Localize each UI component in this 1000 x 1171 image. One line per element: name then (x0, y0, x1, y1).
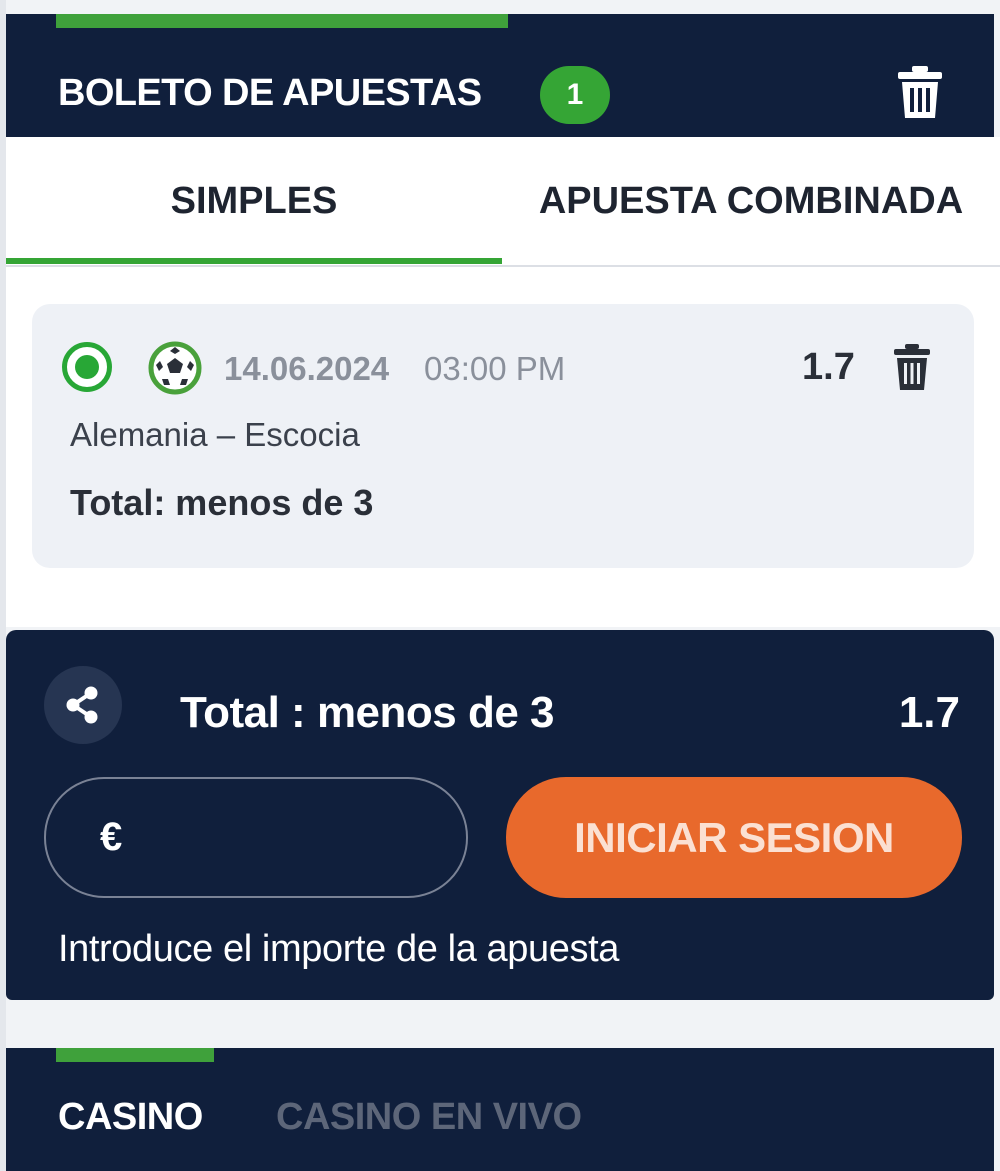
stake-amount-input[interactable]: € (44, 777, 468, 898)
bet-time: 03:00 PM (424, 350, 566, 387)
bet-date: 14.06.2024 (224, 350, 390, 387)
clear-betslip-button[interactable] (896, 64, 944, 120)
stake-panel: Total : menos de 3 1.7 € INICIAR SESION … (6, 630, 994, 1000)
tab-casino-en-vivo[interactable]: CASINO EN VIVO (276, 1096, 582, 1139)
bet-count-badge: 1 (540, 66, 610, 124)
bet-market: Total: menos de 3 (70, 482, 374, 523)
bet-select-radio[interactable] (62, 342, 112, 392)
active-tab-indicator (6, 258, 502, 264)
betslip-tabs: SIMPLES APUESTA COMBINADA (6, 137, 1000, 267)
trash-icon (898, 66, 942, 118)
trash-icon (894, 344, 930, 390)
stake-hint: Introduce el importe de la apuesta (58, 928, 619, 970)
header-accent-bar (56, 14, 508, 28)
bet-match: Alemania – Escocia (70, 416, 360, 453)
betslip-screen: BOLETO DE APUESTAS 1 SIMPLES APUESTA COM… (0, 0, 1000, 1171)
remove-bet-button[interactable] (892, 342, 932, 392)
betslip-title: BOLETO DE APUESTAS (58, 72, 482, 114)
radio-selected-dot (75, 355, 99, 379)
bet-odds: 1.7 (802, 346, 855, 388)
betslip-header: BOLETO DE APUESTAS 1 (6, 14, 994, 137)
casino-bar: CASINO CASINO EN VIVO (6, 1048, 994, 1171)
share-icon (66, 686, 98, 724)
currency-symbol: € (100, 815, 123, 859)
stake-selection: Total : menos de 3 (180, 688, 555, 737)
soccer-ball-icon (148, 341, 202, 395)
tab-simples[interactable]: SIMPLES (6, 137, 502, 265)
stake-odds: 1.7 (898, 688, 960, 737)
share-button[interactable] (44, 666, 122, 744)
login-button[interactable]: INICIAR SESION (506, 777, 962, 898)
bet-card: 14.06.2024 03:00 PM 1.7 Alemania – Escoc… (32, 304, 974, 568)
tab-casino[interactable]: CASINO (58, 1096, 203, 1139)
tab-apuesta-combinada[interactable]: APUESTA COMBINADA (502, 137, 1000, 265)
casino-accent-bar (56, 1048, 214, 1062)
